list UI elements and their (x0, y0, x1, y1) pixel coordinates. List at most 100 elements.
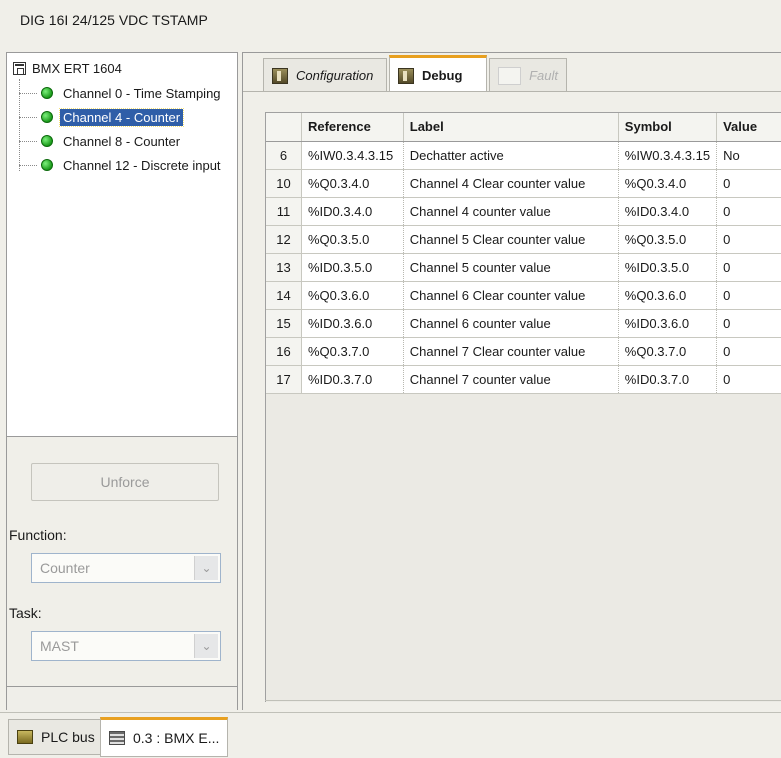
tab-module-0-3[interactable]: 0.3 : BMX E... (100, 717, 229, 757)
function-label: Function: (9, 527, 67, 543)
cell-value: 0 (716, 281, 781, 310)
right-panel: Configuration Debug Fault Reference Labe… (242, 52, 781, 711)
table-row[interactable]: 16 %Q0.3.7.0 Channel 7 Clear counter val… (266, 337, 781, 366)
cell-symbol: %ID0.3.7.0 (618, 365, 718, 394)
left-panel-footer (7, 686, 237, 710)
row-number: 11 (266, 197, 302, 226)
task-value: MAST (40, 638, 79, 654)
row-number: 13 (266, 253, 302, 282)
horizontal-scrollbar[interactable] (265, 700, 781, 710)
row-number-header (266, 113, 302, 142)
tree-item-channel-4[interactable]: Channel 4 - Counter (19, 107, 185, 127)
column-header-label[interactable]: Label (403, 113, 619, 142)
cell-label: Channel 6 counter value (403, 309, 619, 338)
cell-value: 0 (716, 337, 781, 366)
tab-label: 0.3 : BMX E... (133, 730, 220, 746)
tab-label: Configuration (296, 68, 374, 83)
tab-configuration[interactable]: Configuration (263, 58, 387, 92)
tree-item-label: Channel 12 - Discrete input (63, 157, 221, 173)
unforce-button[interactable]: Unforce (31, 463, 219, 501)
status-led-icon (41, 159, 53, 171)
bottom-tab-bar: PLC bus 0.3 : BMX E... (0, 712, 781, 758)
status-led-icon (41, 111, 53, 123)
cell-symbol: %ID0.3.5.0 (618, 253, 718, 282)
cell-reference: %Q0.3.6.0 (301, 281, 404, 310)
cell-label: Channel 7 Clear counter value (403, 337, 619, 366)
cell-reference: %Q0.3.5.0 (301, 225, 404, 254)
tab-label: Fault (529, 68, 558, 83)
function-value: Counter (40, 560, 90, 576)
function-select[interactable]: Counter ⌄ (31, 553, 221, 583)
cell-label: Channel 4 Clear counter value (403, 169, 619, 198)
row-number: 17 (266, 365, 302, 394)
cell-label: Channel 5 counter value (403, 253, 619, 282)
tree-item-channel-8[interactable]: Channel 8 - Counter (19, 131, 183, 151)
cell-value: 0 (716, 225, 781, 254)
debug-table: Reference Label Symbol Value 6 %IW0.3.4.… (266, 113, 781, 394)
column-header-reference[interactable]: Reference (301, 113, 404, 142)
cell-symbol: %Q0.3.6.0 (618, 281, 718, 310)
tab-debug[interactable]: Debug (389, 55, 487, 93)
cell-symbol: %ID0.3.6.0 (618, 309, 718, 338)
tree-item-channel-12[interactable]: Channel 12 - Discrete input (19, 155, 224, 175)
table-row[interactable]: 12 %Q0.3.5.0 Channel 5 Clear counter val… (266, 225, 781, 254)
table-row[interactable]: 10 %Q0.3.4.0 Channel 4 Clear counter val… (266, 169, 781, 198)
cell-reference: %ID0.3.7.0 (301, 365, 404, 394)
cell-reference: %Q0.3.4.0 (301, 169, 404, 198)
plc-bus-icon (17, 730, 33, 744)
tree-item-label: Channel 8 - Counter (63, 133, 181, 149)
column-header-symbol[interactable]: Symbol (618, 113, 718, 142)
cell-label: Channel 4 counter value (403, 197, 619, 226)
row-number: 15 (266, 309, 302, 338)
debug-table-area: Reference Label Symbol Value 6 %IW0.3.4.… (265, 112, 781, 702)
row-number: 12 (266, 225, 302, 254)
table-row[interactable]: 17 %ID0.3.7.0 Channel 7 counter value %I… (266, 365, 781, 394)
table-row[interactable]: 11 %ID0.3.4.0 Channel 4 counter value %I… (266, 197, 781, 226)
cell-value: 0 (716, 365, 781, 394)
table-row[interactable]: 14 %Q0.3.6.0 Channel 6 Clear counter val… (266, 281, 781, 310)
tree-item-label: Channel 4 - Counter (58, 107, 185, 127)
tab-label: PLC bus (41, 729, 95, 745)
table-row[interactable]: 6 %IW0.3.4.3.15 Dechatter active %IW0.3.… (266, 141, 781, 170)
cell-reference: %ID0.3.4.0 (301, 197, 404, 226)
cell-symbol: %ID0.3.4.0 (618, 197, 718, 226)
task-select[interactable]: MAST ⌄ (31, 631, 221, 661)
fault-icon (498, 66, 522, 85)
cell-reference: %Q0.3.7.0 (301, 337, 404, 366)
tab-fault[interactable]: Fault (489, 58, 567, 92)
row-number: 6 (266, 141, 302, 170)
left-panel: BMX ERT 1604 Channel 0 - Time Stamping C… (6, 52, 238, 710)
cell-reference: %ID0.3.5.0 (301, 253, 404, 282)
cell-label: Channel 6 Clear counter value (403, 281, 619, 310)
cell-value: 0 (716, 197, 781, 226)
column-header-value[interactable]: Value (716, 113, 781, 142)
cell-label: Channel 7 counter value (403, 365, 619, 394)
cell-value: 0 (716, 169, 781, 198)
chevron-down-icon[interactable]: ⌄ (194, 634, 218, 658)
tree-item-label: Channel 0 - Time Stamping (63, 85, 221, 101)
channel-tree: BMX ERT 1604 Channel 0 - Time Stamping C… (7, 53, 237, 437)
debug-tab-content: Reference Label Symbol Value 6 %IW0.3.4.… (243, 91, 781, 711)
cell-value: 0 (716, 309, 781, 338)
module-config-icon (272, 67, 288, 84)
row-number: 10 (266, 169, 302, 198)
tree-root[interactable]: BMX ERT 1604 (13, 58, 122, 78)
module-debug-icon (398, 67, 414, 84)
row-number: 14 (266, 281, 302, 310)
window-header: DIG 16I 24/125 VDC TSTAMP (0, 0, 781, 46)
cell-value: No (716, 141, 781, 170)
table-row[interactable]: 13 %ID0.3.5.0 Channel 5 counter value %I… (266, 253, 781, 282)
tree-root-label: BMX ERT 1604 (32, 60, 122, 76)
task-label: Task: (9, 605, 42, 621)
row-number: 16 (266, 337, 302, 366)
window-title: DIG 16I 24/125 VDC TSTAMP (20, 12, 208, 28)
tab-plc-bus[interactable]: PLC bus (8, 719, 104, 755)
tree-item-channel-0[interactable]: Channel 0 - Time Stamping (19, 83, 224, 103)
table-row[interactable]: 15 %ID0.3.6.0 Channel 6 counter value %I… (266, 309, 781, 338)
chevron-down-icon[interactable]: ⌄ (194, 556, 218, 580)
status-led-icon (41, 87, 53, 99)
cell-symbol: %Q0.3.4.0 (618, 169, 718, 198)
cell-reference: %ID0.3.6.0 (301, 309, 404, 338)
cell-label: Dechatter active (403, 141, 619, 170)
cell-symbol: %IW0.3.4.3.15 (618, 141, 718, 170)
